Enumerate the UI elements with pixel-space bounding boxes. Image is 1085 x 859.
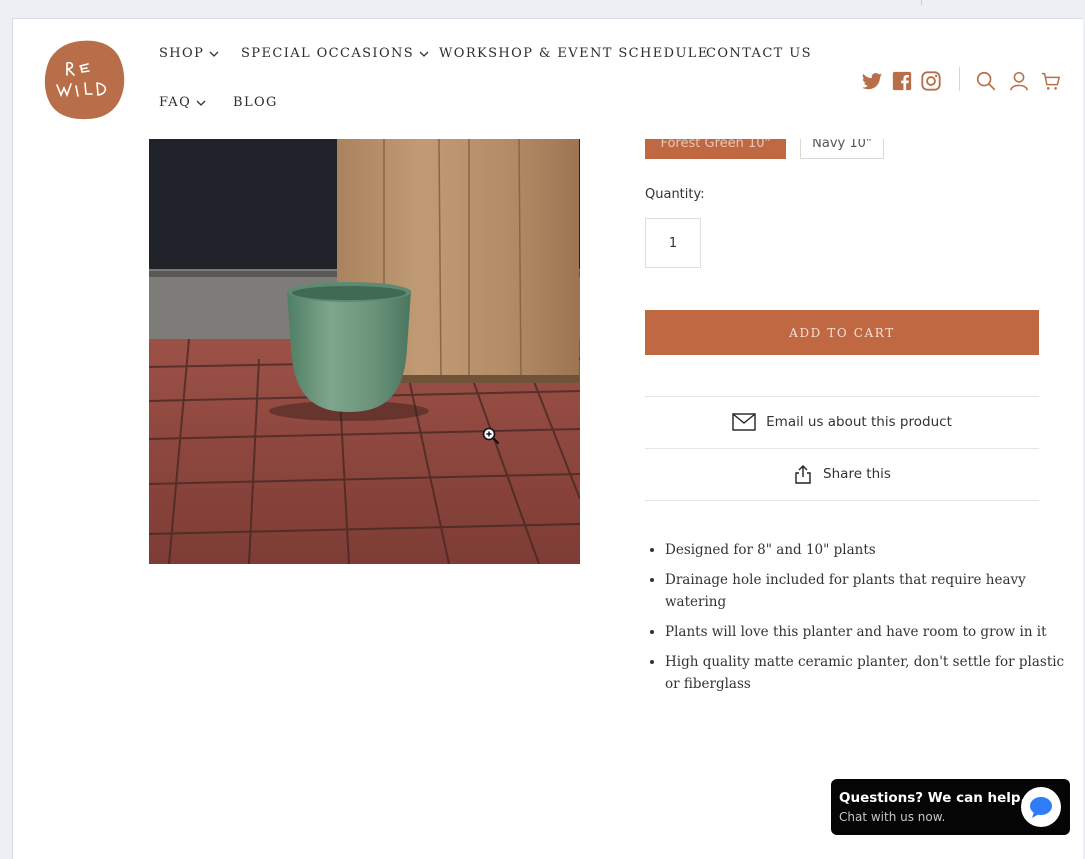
feature-item: Drainage hole included for plants that r… [665, 569, 1065, 613]
chevron-down-icon [209, 51, 219, 57]
nav-contact-us[interactable]: CONTACT US [706, 46, 812, 61]
chevron-down-icon [419, 51, 429, 57]
add-to-cart-button[interactable]: ADD TO CART [645, 310, 1039, 355]
facebook-icon[interactable] [891, 70, 913, 92]
nav-workshop-label: WORKSHOP & EVENT SCHEDULE [439, 46, 709, 61]
nav-shop-label: SHOP [159, 46, 205, 61]
product-image[interactable] [149, 139, 580, 564]
chat-subtitle: Chat with us now. [839, 810, 946, 824]
top-strip-divider [921, 0, 922, 5]
feature-list: Designed for 8" and 10" plants Drainage … [651, 539, 1065, 703]
rewild-logo[interactable] [43, 39, 125, 121]
header-icon-divider [959, 67, 960, 91]
feature-item: High quality matte ceramic planter, don'… [665, 651, 1065, 695]
quantity-label: Quantity: [645, 187, 705, 202]
divider [645, 396, 1039, 397]
chat-title: Questions? We can help. [839, 790, 1026, 806]
email-about-product-link[interactable]: Email us about this product [645, 398, 1039, 446]
nav-blog-label: BLOG [233, 95, 278, 110]
instagram-icon[interactable] [920, 70, 942, 92]
chat-launcher[interactable] [1021, 787, 1061, 827]
nav-blog[interactable]: BLOG [233, 95, 278, 110]
nav-shop[interactable]: SHOP [159, 46, 219, 61]
envelope-icon [732, 413, 756, 431]
chevron-down-icon [196, 100, 206, 106]
twitter-icon[interactable] [861, 70, 883, 92]
divider [645, 448, 1039, 449]
share-label: Share this [823, 466, 891, 482]
nav-special-occasions[interactable]: SPECIAL OCCASIONS [241, 46, 429, 61]
account-icon[interactable] [1008, 70, 1030, 92]
nav-faq-label: FAQ [159, 95, 192, 110]
header-overlap-mask [645, 119, 1045, 139]
nav-special-occasions-label: SPECIAL OCCASIONS [241, 46, 415, 61]
product-page: SHOP SPECIAL OCCASIONS WORKSHOP & EVENT … [12, 18, 1083, 859]
zoom-in-icon[interactable] [482, 427, 500, 445]
feature-item: Plants will love this planter and have r… [665, 621, 1065, 643]
nav-workshop-schedule[interactable]: WORKSHOP & EVENT SCHEDULE [439, 46, 709, 61]
feature-item: Designed for 8" and 10" plants [665, 539, 1065, 561]
chat-bubble-icon [1030, 797, 1052, 818]
nav-faq[interactable]: FAQ [159, 95, 206, 110]
share-link[interactable]: Share this [645, 450, 1039, 498]
email-about-product-label: Email us about this product [766, 414, 952, 430]
quantity-input[interactable] [645, 218, 701, 268]
search-icon[interactable] [975, 70, 997, 92]
nav-contact-label: CONTACT US [706, 46, 812, 61]
chat-widget[interactable]: Questions? We can help. Chat with us now… [831, 779, 1070, 835]
divider [645, 500, 1039, 501]
browser-top-strip [0, 0, 1085, 18]
cart-icon[interactable] [1040, 70, 1062, 92]
share-icon [795, 465, 811, 484]
